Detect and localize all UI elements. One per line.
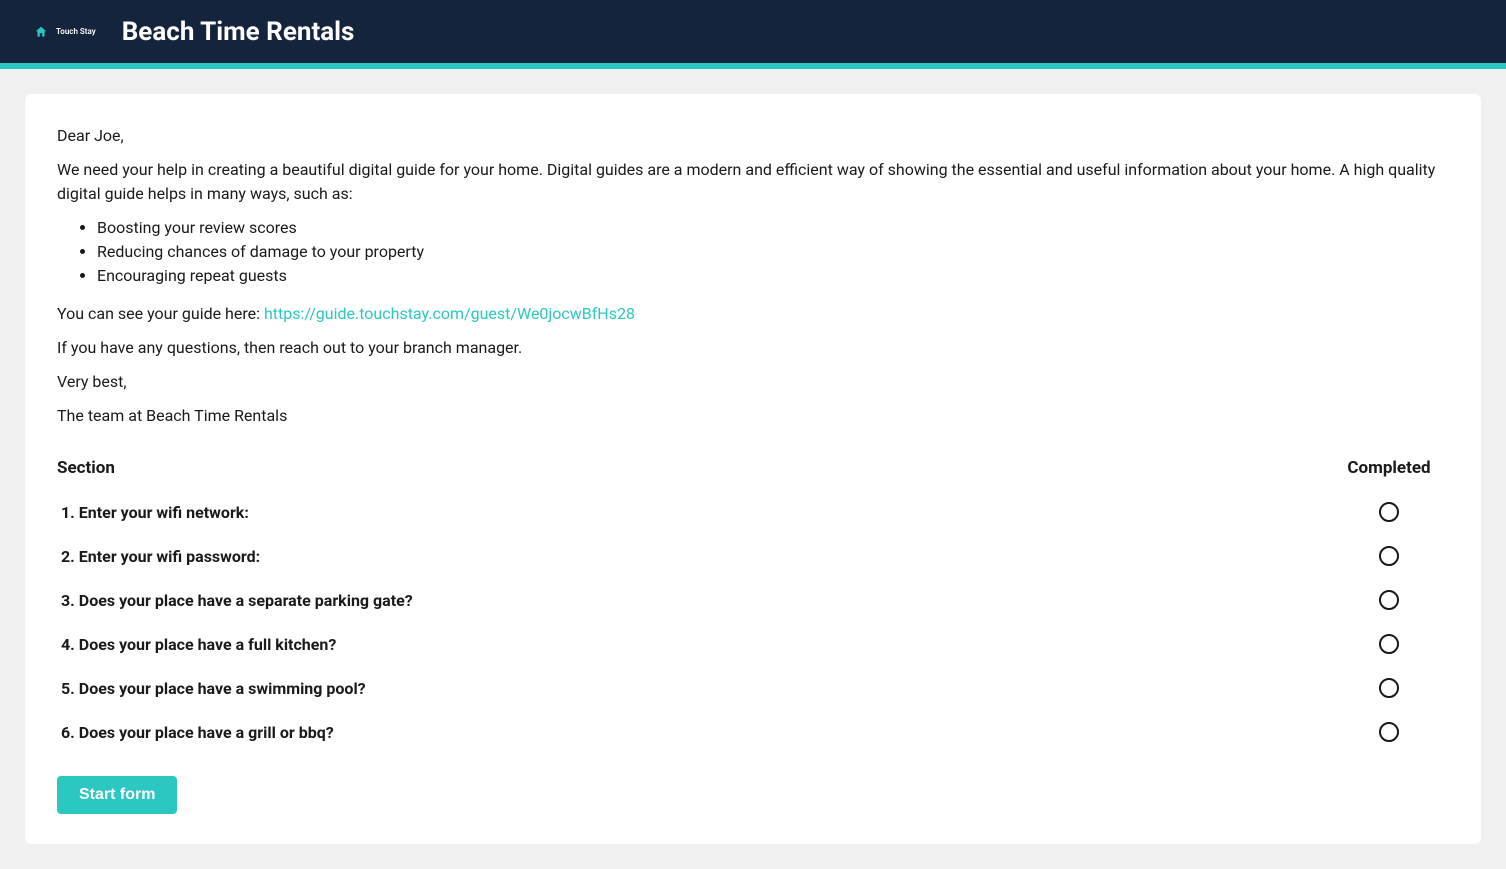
section-label: 2. Enter your wifi password: xyxy=(57,547,1329,566)
closing-line: Very best, xyxy=(57,370,1449,394)
guide-link[interactable]: https://guide.touchstay.com/guest/We0joc… xyxy=(264,304,635,323)
table-row: 3. Does your place have a separate parki… xyxy=(57,578,1449,622)
section-label: 4. Does your place have a full kitchen? xyxy=(57,635,1329,654)
logo-text: Touch Stay xyxy=(56,27,96,36)
page-body: Dear Joe, We need your help in creating … xyxy=(0,69,1506,869)
section-label: 6. Does your place have a grill or bbq? xyxy=(57,723,1329,742)
intro-text: Dear Joe, We need your help in creating … xyxy=(57,124,1449,428)
table-row: 5. Does your place have a swimming pool? xyxy=(57,666,1449,710)
completed-indicator[interactable] xyxy=(1379,590,1399,610)
benefit-item: Encouraging repeat guests xyxy=(97,264,1449,288)
main-card: Dear Joe, We need your help in creating … xyxy=(25,94,1481,844)
completed-column-header: Completed xyxy=(1329,458,1449,478)
table-row: 2. Enter your wifi password: xyxy=(57,534,1449,578)
actions-area: Start form xyxy=(57,776,1449,814)
app-header: Touch Stay Beach Time Rentals xyxy=(0,0,1506,63)
benefits-list: Boosting your review scores Reducing cha… xyxy=(57,216,1449,288)
table-row: 6. Does your place have a grill or bbq? xyxy=(57,710,1449,754)
table-row: 1. Enter your wifi network: xyxy=(57,490,1449,534)
table-header-row: Section Completed xyxy=(57,458,1449,490)
house-icon xyxy=(34,25,48,39)
site-title: Beach Time Rentals xyxy=(122,17,355,47)
section-table: Section Completed 1. Enter your wifi net… xyxy=(57,458,1449,754)
section-column-header: Section xyxy=(57,458,1329,478)
section-label: 1. Enter your wifi network: xyxy=(57,503,1329,522)
lead-text: We need your help in creating a beautifu… xyxy=(57,158,1449,206)
signature-line: The team at Beach Time Rentals xyxy=(57,404,1449,428)
greeting-text: Dear Joe, xyxy=(57,124,1449,148)
section-label: 5. Does your place have a swimming pool? xyxy=(57,679,1329,698)
section-label: 3. Does your place have a separate parki… xyxy=(57,591,1329,610)
questions-line: If you have any questions, then reach ou… xyxy=(57,336,1449,360)
table-row: 4. Does your place have a full kitchen? xyxy=(57,622,1449,666)
guide-line: You can see your guide here: https://gui… xyxy=(57,302,1449,326)
guide-prefix: You can see your guide here: xyxy=(57,304,264,323)
logo-area: Touch Stay Beach Time Rentals xyxy=(34,17,354,47)
completed-indicator[interactable] xyxy=(1379,502,1399,522)
completed-indicator[interactable] xyxy=(1379,722,1399,742)
completed-indicator[interactable] xyxy=(1379,546,1399,566)
benefit-item: Reducing chances of damage to your prope… xyxy=(97,240,1449,264)
completed-indicator[interactable] xyxy=(1379,678,1399,698)
benefit-item: Boosting your review scores xyxy=(97,216,1449,240)
completed-indicator[interactable] xyxy=(1379,634,1399,654)
start-form-button[interactable]: Start form xyxy=(57,776,177,814)
